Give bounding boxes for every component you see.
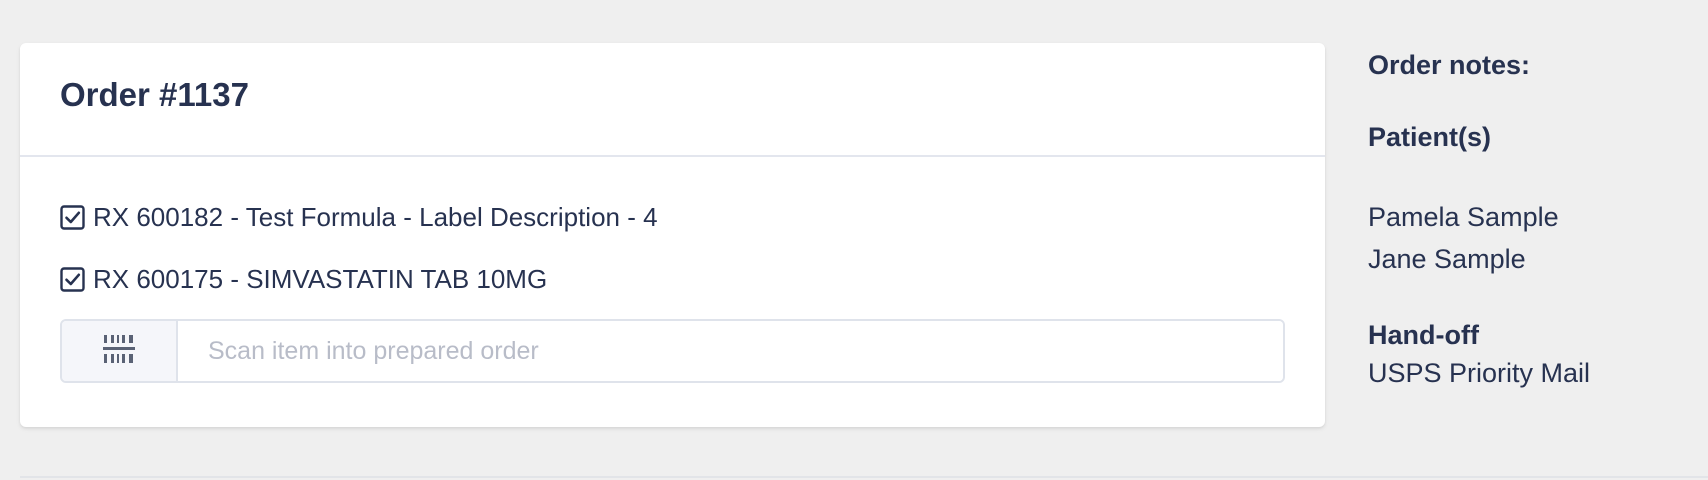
handoff-value: USPS Priority Mail [1368, 358, 1591, 388]
order-card-body: RX 600182 - Test Formula - Label Descrip… [20, 157, 1325, 383]
rx-item[interactable]: RX 600175 - SIMVASTATIN TAB 10MG [60, 261, 1285, 297]
page: Order #1137 RX 600182 - Test Formula - L… [0, 0, 1708, 480]
divider [20, 476, 1708, 478]
patient-name: Jane Sample [1368, 244, 1526, 274]
barcode-icon [103, 334, 135, 369]
scan-input-group [60, 319, 1285, 383]
rx-item[interactable]: RX 600182 - Test Formula - Label Descrip… [60, 199, 1285, 235]
order-title: Order #1137 [60, 76, 249, 113]
patients-label: Patient(s) [1368, 122, 1492, 152]
order-card-header: Order #1137 [20, 43, 1325, 157]
checked-box-icon[interactable] [60, 266, 85, 292]
rx-item-label: RX 600175 - SIMVASTATIN TAB 10MG [93, 263, 548, 294]
rx-item-list: RX 600182 - Test Formula - Label Descrip… [60, 157, 1285, 297]
handoff-label: Hand-off [1368, 320, 1479, 350]
order-notes-label: Order notes: [1368, 50, 1531, 80]
rx-item-label: RX 600182 - Test Formula - Label Descrip… [93, 201, 658, 232]
checked-box-icon[interactable] [60, 204, 85, 230]
patient-name: Pamela Sample [1368, 202, 1559, 232]
scan-input[interactable] [178, 321, 1283, 381]
scan-addon [62, 321, 178, 381]
order-card: Order #1137 RX 600182 - Test Formula - L… [20, 43, 1325, 427]
